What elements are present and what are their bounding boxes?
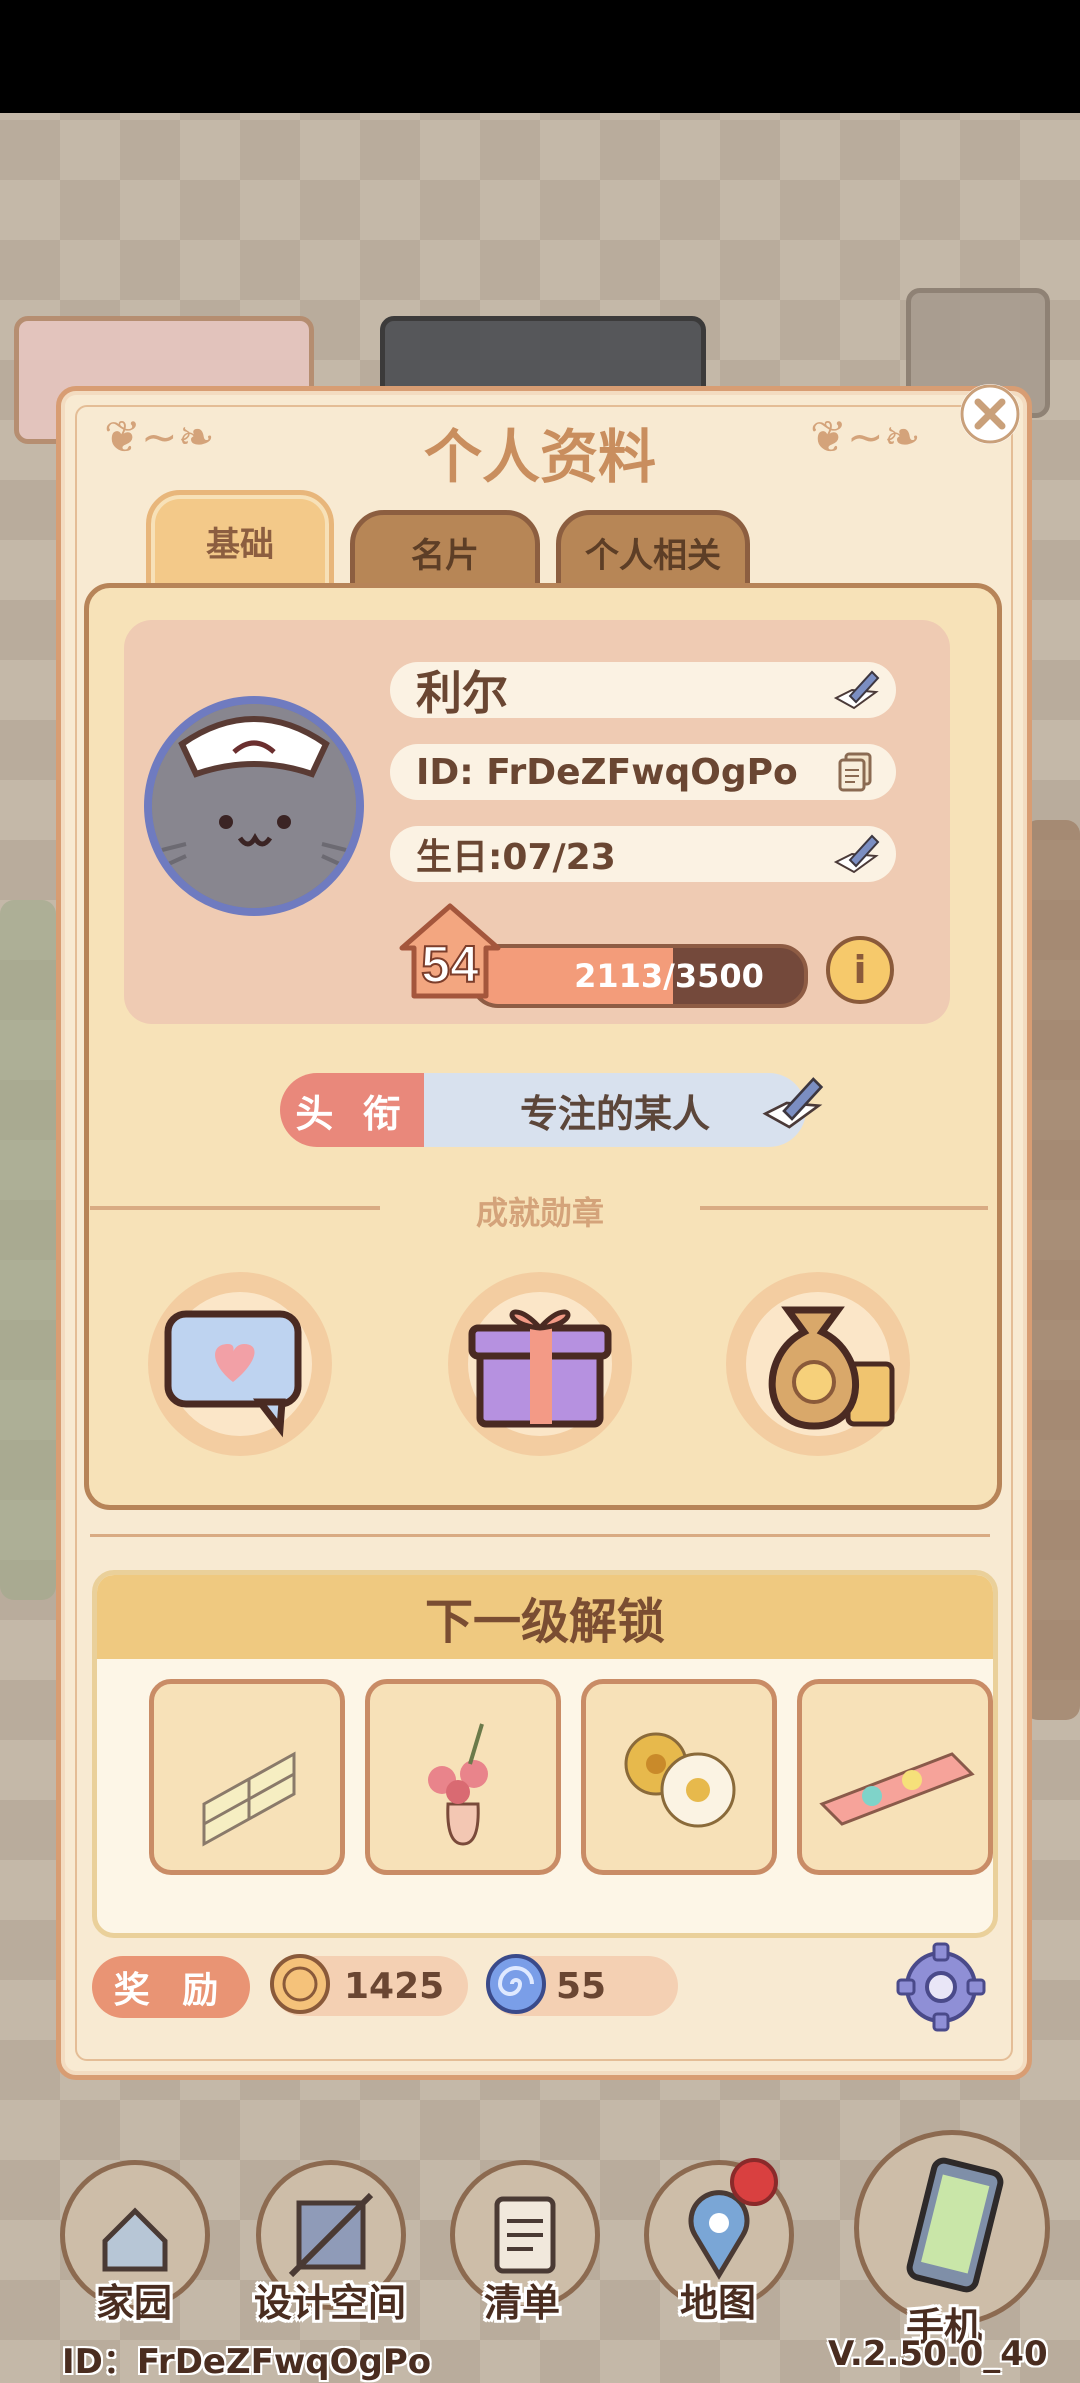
player-name: 利尔 xyxy=(416,666,508,720)
section-separator xyxy=(90,1534,990,1537)
floral-panel-item[interactable] xyxy=(797,1679,993,1875)
info-icon: i xyxy=(853,948,867,992)
flower-vase-icon xyxy=(428,1723,488,1846)
status-bar-area xyxy=(0,0,1080,113)
coin-reward: 1425 xyxy=(270,1954,468,2016)
gift-box-icon xyxy=(448,1272,632,1456)
level-number: 54 xyxy=(421,936,479,994)
close-button[interactable] xyxy=(960,384,1020,444)
cat-avatar-icon xyxy=(152,704,356,908)
tab-personal[interactable]: 个人相关 xyxy=(556,510,750,594)
xp-text: 2113/3500 xyxy=(574,957,764,995)
bg-room-left xyxy=(0,900,56,1600)
level-badge: 54 xyxy=(399,903,501,999)
chat-heart-medal[interactable] xyxy=(140,1264,340,1464)
title-row[interactable]: 头 衔 专注的某人 xyxy=(280,1073,824,1147)
tab-card[interactable]: 名片 xyxy=(350,510,540,594)
close-icon xyxy=(960,384,1020,444)
edit-pen-icon[interactable] xyxy=(832,668,880,712)
money-bag-medal[interactable] xyxy=(718,1264,918,1464)
gear-icon xyxy=(896,1942,986,2032)
dialog-title: 个人资料 xyxy=(423,423,656,491)
name-field: 利尔 xyxy=(390,662,896,720)
nav-list-label: 清单 xyxy=(484,2281,561,2325)
rewards-label: 奖 励 xyxy=(92,1956,250,2018)
phone-icon xyxy=(906,2157,1004,2293)
tab-basic[interactable]: 基础 xyxy=(146,490,334,592)
flower-rug-item[interactable] xyxy=(581,1679,777,1875)
gem-reward: 55 xyxy=(486,1954,678,2016)
flower-rug-icon xyxy=(624,1732,736,1828)
nav-design-label: 设计空间 xyxy=(254,2281,407,2325)
flower-vase-item[interactable] xyxy=(365,1679,561,1875)
money-bag-icon xyxy=(726,1272,910,1456)
birthday-field: 生日:07/23 xyxy=(390,826,896,882)
copy-icon[interactable] xyxy=(832,750,880,794)
window-item[interactable] xyxy=(149,1679,345,1875)
unlock-heading: 下一级解锁 xyxy=(97,1575,993,1659)
next-level-unlock: 下一级解锁 xyxy=(92,1570,998,1938)
info-button[interactable]: i xyxy=(826,936,894,1004)
floral-panel-icon xyxy=(819,1752,975,1826)
edit-pen-icon[interactable] xyxy=(760,1071,824,1135)
player-id: ID: FrDeZFwqOgPo xyxy=(416,751,798,793)
id-field: ID: FrDeZFwqOgPo xyxy=(390,744,896,800)
footer-version: V.2.50.0_40 xyxy=(828,2334,1048,2374)
xp-progress-bar: 2113/3500 xyxy=(470,944,808,1008)
nav-home-label: 家园 xyxy=(96,2281,173,2325)
edit-pen-icon[interactable] xyxy=(832,832,880,876)
bg-room-right xyxy=(1024,820,1080,1720)
avatar[interactable] xyxy=(144,696,364,916)
coin-icon xyxy=(270,1954,330,2014)
chat-heart-icon xyxy=(148,1272,332,1456)
swirl-gem-icon xyxy=(486,1954,546,2014)
notification-dot xyxy=(730,2158,778,2206)
nav-map-label: 地图 xyxy=(680,2281,757,2325)
achievements-label: 成就勋章 xyxy=(475,1194,604,1232)
gift-box-medal[interactable] xyxy=(440,1264,640,1464)
title-tag-label: 头 衔 xyxy=(280,1073,424,1147)
window-icon xyxy=(202,1751,296,1847)
title-tag-value: 专注的某人 xyxy=(424,1073,806,1147)
settings-button[interactable] xyxy=(896,1942,986,2032)
birthday-text: 生日:07/23 xyxy=(416,837,616,878)
